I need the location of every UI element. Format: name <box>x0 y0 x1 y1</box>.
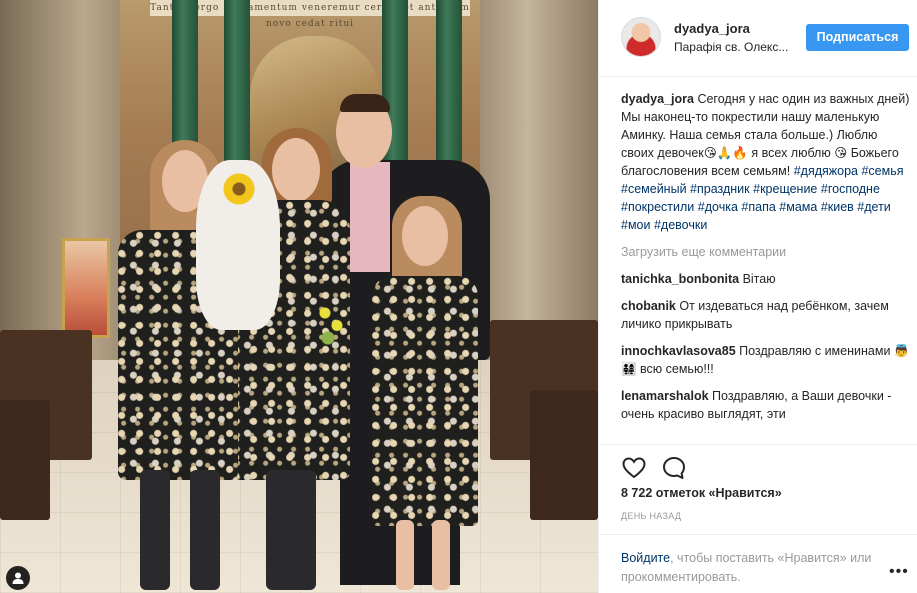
location-link[interactable]: Парафія св. Олекс... <box>674 40 788 54</box>
login-prompt: Войдите, чтобы поставить «Нравится» или … <box>621 549 881 587</box>
hashtag-link[interactable]: #праздник <box>690 182 750 196</box>
user-tag-icon[interactable] <box>6 566 30 590</box>
pew <box>530 390 598 520</box>
hashtag-link[interactable]: #семейный <box>621 182 687 196</box>
comment-item: chobanik От издеваться над ребёнком, зач… <box>621 297 911 333</box>
comments-list[interactable]: dyadya_jora Сегодня у нас один из важных… <box>621 90 911 444</box>
hashtag-link[interactable]: #девочки <box>654 218 707 232</box>
comment-username[interactable]: lenamarshalok <box>621 389 709 403</box>
comment-item: innochkavlasova85 Поздравляю с именинами… <box>621 342 911 378</box>
pew <box>0 400 50 520</box>
hashtag-link[interactable]: #киев <box>821 200 854 214</box>
hashtag-link[interactable]: #мама <box>779 200 817 214</box>
hashtag-link[interactable]: #господне <box>821 182 880 196</box>
church-wall-right <box>480 0 598 360</box>
post-header: dyadya_jora Парафія св. Олекс... Подписа… <box>599 0 917 77</box>
load-more-comments[interactable]: Загрузить еще комментарии <box>621 243 911 261</box>
likes-count[interactable]: 8 722 отметок «Нравится» <box>621 486 782 500</box>
altar-banner: Tantum ergo Sacramentum veneremur cernui… <box>150 0 470 29</box>
more-options-icon[interactable]: ••• <box>889 563 909 581</box>
post-caption: dyadya_jora Сегодня у нас один из важных… <box>621 90 911 234</box>
heart-icon[interactable] <box>621 455 647 481</box>
avatar[interactable] <box>621 17 661 57</box>
comment-username[interactable]: tanichka_bonbonita <box>621 272 739 286</box>
comment-footer: Войдите, чтобы поставить «Нравится» или … <box>599 534 917 593</box>
follow-button[interactable]: Подписаться <box>806 24 909 51</box>
post-side-panel: dyadya_jora Парафія св. Олекс... Подписа… <box>598 0 917 593</box>
hashtag-link[interactable]: #папа <box>741 200 775 214</box>
author-username[interactable]: dyadya_jora <box>674 21 750 36</box>
hashtag-link[interactable]: #крещение <box>753 182 817 196</box>
hashtag-link[interactable]: #дочка <box>698 200 738 214</box>
religious-icon-painting <box>62 238 110 338</box>
comment-icon[interactable] <box>661 455 687 481</box>
hashtag-link[interactable]: #дядяжора <box>794 164 858 178</box>
hashtag-link[interactable]: #мои <box>621 218 650 232</box>
sunflower <box>222 172 256 206</box>
caption-username[interactable]: dyadya_jora <box>621 92 694 106</box>
comment-text: Вітаю <box>742 272 776 286</box>
hashtag-link[interactable]: #дети <box>857 200 891 214</box>
post-photo[interactable]: Tantum ergo Sacramentum veneremur cernui… <box>0 0 598 593</box>
post-time[interactable]: ДЕНЬ НАЗАД <box>621 511 681 521</box>
comment-username[interactable]: innochkavlasova85 <box>621 344 736 358</box>
hashtag-link[interactable]: #семья <box>861 164 903 178</box>
hashtag-link[interactable]: #покрестили <box>621 200 694 214</box>
flower-bouquet <box>316 298 346 348</box>
login-link[interactable]: Войдите <box>621 551 670 565</box>
comment-item: lenamarshalok Поздравляю, а Ваши девочки… <box>621 387 911 423</box>
comment-username[interactable]: chobanik <box>621 299 676 313</box>
comment-item: tanichka_bonbonita Вітаю <box>621 270 911 288</box>
